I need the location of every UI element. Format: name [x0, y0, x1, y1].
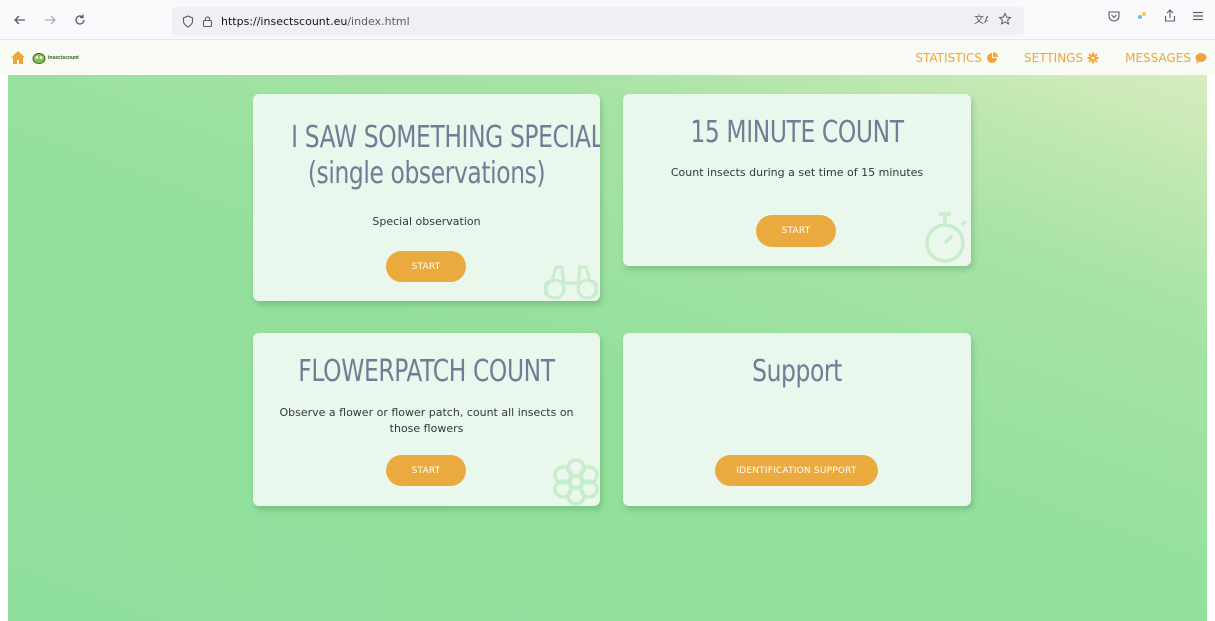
app-header: insectscount STATISTICS SETTINGS MESSAGE…	[0, 40, 1215, 75]
card-special-title-line2: (single observations)	[307, 156, 546, 191]
pie-chart-icon	[987, 51, 999, 63]
flowerpatch-start-button[interactable]: START	[386, 455, 466, 486]
url-host: https://insectscount.eu	[221, 14, 348, 28]
url-bar[interactable]: https://insectscount.eu/index.html 文A	[172, 7, 1024, 35]
lock-icon[interactable]	[202, 15, 213, 28]
forward-icon[interactable]	[38, 8, 62, 32]
card-support: Support IDENTIFICATION SUPPORT	[623, 333, 971, 506]
special-start-button[interactable]: START	[386, 251, 466, 282]
nav-statistics[interactable]: STATISTICS	[915, 50, 999, 65]
card-flowerpatch-description-line1: Observe a flower or flower patch, count …	[279, 406, 574, 419]
home-icon[interactable]	[10, 50, 26, 66]
card-support-title: Support	[752, 354, 842, 389]
bookmark-star-icon[interactable]	[998, 12, 1012, 29]
card-15-minute-count: 15 MINUTE COUNT Count insects during a s…	[623, 94, 971, 266]
nav-statistics-label: STATISTICS	[915, 50, 983, 65]
nav-messages-label: MESSAGES	[1125, 50, 1191, 65]
menu-icon[interactable]	[1191, 9, 1205, 26]
nav-messages[interactable]: MESSAGES	[1125, 51, 1207, 65]
nav-settings[interactable]: SETTINGS	[1024, 51, 1099, 65]
15min-start-button[interactable]: START	[756, 215, 836, 247]
browser-toolbar: https://insectscount.eu/index.html 文A	[0, 0, 1215, 40]
translate-icon[interactable]: 文A	[974, 12, 991, 29]
url-actions: 文A	[974, 12, 1012, 29]
card-15min-description: Count insects during a set time of 15 mi…	[670, 166, 924, 179]
browser-nav	[8, 8, 92, 32]
card-15min-title: 15 MINUTE COUNT	[690, 115, 904, 150]
share-icon[interactable]	[1163, 9, 1177, 26]
card-special-description: Special observation	[372, 215, 481, 228]
back-icon[interactable]	[8, 8, 32, 32]
pocket-icon[interactable]	[1107, 9, 1121, 26]
logo-bug-icon	[32, 52, 46, 64]
speech-bubble-icon	[1195, 52, 1207, 63]
logo-text: insectscount	[48, 54, 79, 61]
stopwatch-icon	[925, 212, 968, 263]
identification-support-button[interactable]: IDENTIFICATION SUPPORT	[715, 455, 878, 486]
svg-text:文A: 文A	[974, 13, 988, 26]
reload-icon[interactable]	[68, 8, 92, 32]
card-flowerpatch-title: FLOWERPATCH COUNT	[298, 354, 555, 389]
top-nav: STATISTICS SETTINGS MESSAGES	[915, 40, 1207, 75]
gear-icon	[1087, 52, 1099, 63]
main-content: I SAW SOMETHING SPECIAL (single observat…	[8, 75, 1207, 621]
insectscount-logo[interactable]: insectscount	[32, 52, 79, 64]
shield-icon[interactable]	[182, 14, 194, 28]
card-flowerpatch-description: Observe a flower or flower patch, count …	[253, 405, 600, 437]
extension-icon[interactable]	[1135, 9, 1149, 26]
card-flowerpatch-description-line2: those flowers	[389, 422, 464, 435]
flower-icon	[553, 458, 599, 506]
card-special-title-line1: I SAW SOMETHING SPECIAL	[291, 120, 600, 155]
url-path: /index.html	[347, 14, 410, 28]
card-flowerpatch-count: FLOWERPATCH COUNT Observe a flower or fl…	[253, 333, 600, 506]
browser-toolbar-right	[1107, 9, 1205, 26]
url-text: https://insectscount.eu/index.html	[221, 15, 410, 28]
binoculars-icon	[544, 265, 598, 300]
card-special-title: I SAW SOMETHING SPECIAL (single observat…	[291, 120, 600, 192]
nav-settings-label: SETTINGS	[1024, 50, 1084, 65]
card-special-observation: I SAW SOMETHING SPECIAL (single observat…	[253, 94, 600, 301]
